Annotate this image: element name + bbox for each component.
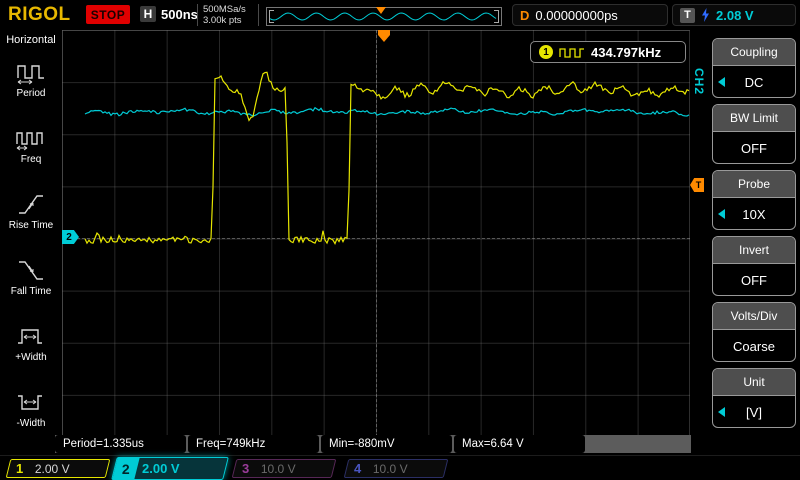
trigger-position-mini-marker-icon — [376, 7, 386, 14]
menu-invert[interactable]: Invert OFF — [712, 236, 796, 296]
freq-icon — [16, 125, 46, 151]
channel2-number: 2 — [112, 458, 139, 479]
menu-item-label: Rise Time — [9, 220, 53, 231]
channel3-indicator[interactable]: 3 10.0 V — [232, 459, 337, 478]
ch2-waveform — [85, 108, 689, 116]
menu-bw-limit-label: BW Limit — [713, 105, 795, 132]
pulse-icon — [559, 47, 585, 58]
period-icon — [16, 59, 46, 85]
channel4-scale: 10.0 V — [373, 462, 408, 476]
trigger-position-marker-tip-icon — [378, 35, 390, 42]
acquisition-info: 500MSa/s 3.00k pts — [203, 4, 246, 26]
channel1-indicator[interactable]: 1 2.00 V — [6, 459, 111, 478]
menu-item-freq[interactable]: Freq — [0, 112, 62, 178]
menu-volts-div-label: Volts/Div — [713, 303, 795, 330]
sample-rate-value: 500MSa/s — [203, 4, 246, 15]
run-status-badge: STOP — [86, 5, 130, 24]
menu-item-label: Freq — [21, 154, 42, 165]
channel2-indicator[interactable]: 2 2.00 V — [111, 457, 229, 480]
menu-item-rise-time[interactable]: Rise Time — [0, 178, 62, 244]
plus-width-icon — [16, 323, 46, 349]
measurement-period: Period=1.335us — [55, 435, 186, 453]
menu-invert-label: Invert — [713, 237, 795, 264]
channel-status-bar: 1 2.00 V 2 2.00 V 3 10.0 V 4 10.0 V — [0, 455, 800, 480]
minus-width-icon — [16, 389, 46, 415]
divider — [197, 4, 198, 26]
measurement-max: Max=6.64 V — [454, 435, 585, 453]
channel4-indicator[interactable]: 4 10.0 V — [344, 459, 449, 478]
menu-item-label: Period — [17, 88, 46, 99]
menu-item-period[interactable]: Period — [0, 46, 62, 112]
channel2-scale: 2.00 V — [142, 461, 180, 476]
top-bar: RIGOL STOP H 500ns 500MSa/s 3.00k pts D … — [0, 0, 800, 30]
delay-label: D — [520, 8, 529, 23]
timebase-value: 500ns — [161, 7, 198, 22]
left-arrow-icon — [718, 209, 725, 219]
menu-volts-div[interactable]: Volts/Div Coarse — [712, 302, 796, 362]
memory-depth-value: 3.00k pts — [203, 15, 246, 26]
preview-right-bracket-icon — [494, 10, 499, 23]
menu-item-plus-width[interactable]: +Width — [0, 310, 62, 376]
freq-counter: 1 434.797kHz — [530, 41, 686, 63]
channel1-scale: 2.00 V — [35, 462, 70, 476]
menu-unit-label: Unit — [713, 369, 795, 396]
ch1-waveform — [85, 72, 689, 243]
measurement-bar: Period=1.335us Freq=749kHz Min=-880mV Ma… — [55, 435, 691, 453]
menu-item-label: Fall Time — [11, 286, 52, 297]
horizontal-label: H — [140, 6, 156, 22]
menu-item-label: -Width — [17, 418, 46, 429]
trigger-level-marker: T — [690, 178, 704, 192]
menu-bw-limit-value: OFF — [741, 141, 767, 156]
rigol-logo: RIGOL — [8, 4, 71, 26]
left-menu: Horizontal Period Freq Rise Time — [0, 30, 62, 455]
channel3-scale: 10.0 V — [261, 462, 296, 476]
divider — [258, 4, 259, 26]
trigger-level-value: 2.08 V — [716, 8, 754, 23]
menu-coupling[interactable]: Coupling DC — [712, 38, 796, 98]
menu-item-label: +Width — [15, 352, 46, 363]
measurement-min: Min=-880mV — [321, 435, 452, 453]
channel3-number: 3 — [233, 460, 258, 477]
channel4-number: 4 — [345, 460, 370, 477]
menu-probe-value: 10X — [742, 207, 765, 222]
waveform-display — [62, 30, 690, 447]
right-menu: Coupling DC BW Limit OFF Probe 10X Inver… — [704, 30, 800, 455]
left-arrow-icon — [718, 407, 725, 417]
left-menu-title: Horizontal — [0, 30, 62, 46]
freq-counter-channel-badge: 1 — [539, 45, 553, 59]
menu-unit[interactable]: Unit [V] — [712, 368, 796, 428]
delay-value: 0.00000000ps — [535, 8, 617, 23]
trigger-label-badge: T — [680, 8, 695, 23]
left-arrow-icon — [718, 77, 725, 87]
menu-bw-limit[interactable]: BW Limit OFF — [712, 104, 796, 164]
menu-invert-value: OFF — [741, 273, 767, 288]
menu-volts-div-value: Coarse — [733, 339, 775, 354]
channel1-number: 1 — [7, 460, 32, 477]
menu-item-minus-width[interactable]: -Width — [0, 376, 62, 442]
trigger-readout: T 2.08 V — [672, 4, 796, 26]
rise-time-icon — [16, 191, 46, 217]
menu-coupling-label: Coupling — [713, 39, 795, 66]
measurement-freq: Freq=749kHz — [188, 435, 319, 453]
menu-probe[interactable]: Probe 10X — [712, 170, 796, 230]
menu-probe-label: Probe — [713, 171, 795, 198]
oscilloscope-screen: RIGOL STOP H 500ns 500MSa/s 3.00k pts D … — [0, 0, 800, 480]
delay-readout: D 0.00000000ps — [512, 4, 668, 26]
menu-item-fall-time[interactable]: Fall Time — [0, 244, 62, 310]
preview-left-bracket-icon — [269, 10, 274, 23]
trigger-slope-icon — [701, 8, 710, 22]
fall-time-icon — [16, 257, 46, 283]
menu-coupling-value: DC — [745, 75, 764, 90]
timebase-preview — [266, 7, 502, 26]
menu-unit-value: [V] — [746, 405, 762, 420]
freq-counter-value: 434.797kHz — [591, 45, 661, 60]
